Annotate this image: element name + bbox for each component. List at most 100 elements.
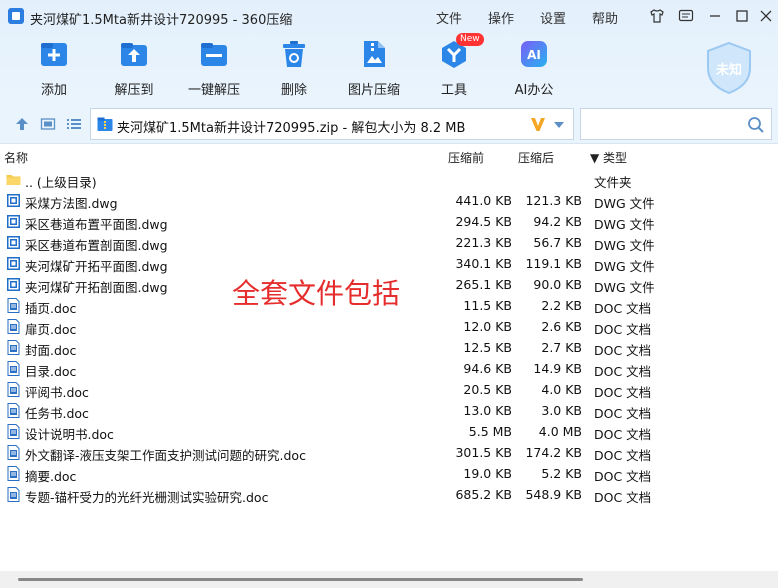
scrollbar-thumb[interactable] <box>18 578 583 581</box>
doc-file-icon <box>6 487 21 502</box>
file-row[interactable]: .. (上级目录) 文件夹 <box>0 169 778 190</box>
file-compressed-size: 2.6 KB <box>541 319 582 334</box>
file-row[interactable]: 任务书.doc 13.0 KB 3.0 KB DOC 文档 <box>0 400 778 421</box>
doc-file-icon <box>6 319 21 334</box>
file-name: 采区巷道布置剖面图.dwg <box>25 238 168 253</box>
skin-icon[interactable] <box>648 7 666 25</box>
file-size: 221.3 KB <box>455 235 512 250</box>
file-compressed-size: 2.2 KB <box>541 298 582 313</box>
file-compressed-size: 56.7 KB <box>533 235 582 250</box>
title-bar: 夹河煤矿1.5Mta新井设计720995 - 360压缩 文件 操作 设置 帮助 <box>0 0 778 32</box>
file-row[interactable]: 设计说明书.doc 5.5 MB 4.0 MB DOC 文档 <box>0 421 778 442</box>
file-type: DWG 文件 <box>594 196 655 211</box>
list-header: 名称 压缩前 压缩后 ▼ 类型 <box>0 145 778 167</box>
column-type[interactable]: ▼ 类型 <box>590 149 627 166</box>
doc-file-icon <box>6 445 21 460</box>
menu-settings[interactable]: 设置 <box>540 8 566 27</box>
archive-path: 夹河煤矿1.5Mta新井设计720995.zip - 解包大小为 8.2 MB <box>117 121 466 136</box>
trash-icon <box>278 38 310 70</box>
search-icon[interactable] <box>747 116 765 134</box>
file-type: DOC 文档 <box>594 322 652 337</box>
up-arrow-icon[interactable] <box>14 116 30 132</box>
file-name: 夹河煤矿开拓剖面图.dwg <box>25 280 168 295</box>
file-type: 文件夹 <box>594 175 632 190</box>
verified-v-icon[interactable] <box>529 115 547 133</box>
file-compressed-size: 548.9 KB <box>525 487 582 502</box>
file-type: DOC 文档 <box>594 343 652 358</box>
svg-text:AI: AI <box>527 48 541 62</box>
menu-file[interactable]: 文件 <box>436 8 462 27</box>
file-compressed-size: 4.0 MB <box>538 424 582 439</box>
file-name: 封面.doc <box>25 343 77 358</box>
file-compressed-size: 94.2 KB <box>533 214 582 229</box>
file-name: 外文翻译-液压支架工作面支护测试问题的研究.doc <box>25 448 306 463</box>
file-type: DOC 文档 <box>594 385 652 400</box>
doc-file-icon <box>6 424 21 439</box>
file-type: DOC 文档 <box>594 448 652 463</box>
minimize-icon[interactable] <box>706 7 724 25</box>
file-type: DOC 文档 <box>594 469 652 484</box>
menu-operation[interactable]: 操作 <box>488 8 514 27</box>
file-type: DOC 文档 <box>594 427 652 442</box>
one-click-extract-button[interactable]: 一键解压 <box>176 38 252 98</box>
horizontal-scrollbar[interactable] <box>0 571 778 588</box>
file-type: DOC 文档 <box>594 301 652 316</box>
column-compressed[interactable]: 压缩后 <box>518 149 554 166</box>
address-bar[interactable]: 夹河煤矿1.5Mta新井设计720995.zip - 解包大小为 8.2 MB <box>90 108 574 140</box>
tools-button[interactable]: 工具 <box>416 38 492 98</box>
file-row[interactable]: 夹河煤矿开拓平面图.dwg 340.1 KB 119.1 KB DWG 文件 <box>0 253 778 274</box>
add-button[interactable]: 添加 <box>16 38 92 98</box>
file-type: DWG 文件 <box>594 280 655 295</box>
security-shield-icon[interactable]: 未知 <box>703 40 755 96</box>
file-row[interactable]: 外文翻译-液压支架工作面支护测试问题的研究.doc 301.5 KB 174.2 K… <box>0 442 778 463</box>
file-name: 插页.doc <box>25 301 77 316</box>
maximize-icon[interactable] <box>733 7 751 25</box>
delete-button[interactable]: 删除 <box>256 38 332 98</box>
file-row[interactable]: 评阅书.doc 20.5 KB 4.0 KB DOC 文档 <box>0 379 778 400</box>
folder-icon <box>6 172 21 187</box>
thumbnail-view-icon[interactable] <box>40 116 56 132</box>
app-logo-icon <box>8 8 24 24</box>
file-row[interactable]: 摘要.doc 19.0 KB 5.2 KB DOC 文档 <box>0 463 778 484</box>
file-size: 94.6 KB <box>463 361 512 376</box>
list-view-icon[interactable] <box>66 116 82 132</box>
file-row[interactable]: 目录.doc 94.6 KB 14.9 KB DOC 文档 <box>0 358 778 379</box>
add-icon <box>38 38 70 70</box>
extract-to-button[interactable]: 解压到 <box>96 38 172 98</box>
file-size: 20.5 KB <box>463 382 512 397</box>
file-type: DOC 文档 <box>594 406 652 421</box>
file-compressed-size: 90.0 KB <box>533 277 582 292</box>
address-dropdown-icon[interactable] <box>554 122 564 128</box>
doc-file-icon <box>6 403 21 418</box>
column-size[interactable]: 压缩前 <box>448 149 484 166</box>
overlay-caption: 全套文件包括 <box>232 277 401 310</box>
file-name: .. (上级目录) <box>25 175 97 190</box>
file-size: 441.0 KB <box>455 193 512 208</box>
file-row[interactable]: 采煤方法图.dwg 441.0 KB 121.3 KB DWG 文件 <box>0 190 778 211</box>
file-row[interactable]: 扉页.doc 12.0 KB 2.6 KB DOC 文档 <box>0 316 778 337</box>
file-size: 301.5 KB <box>455 445 512 460</box>
delete-label: 删除 <box>280 83 307 98</box>
top-area: 夹河煤矿1.5Mta新井设计720995 - 360压缩 文件 操作 设置 帮助… <box>0 0 778 104</box>
ai-office-label: AI办公 <box>514 83 554 98</box>
menu-help[interactable]: 帮助 <box>592 8 618 27</box>
file-row[interactable]: 采区巷道布置剖面图.dwg 221.3 KB 56.7 KB DWG 文件 <box>0 232 778 253</box>
zip-archive-icon <box>97 117 113 132</box>
file-row[interactable]: 专题-锚杆受力的光纤光栅测试实验研究.doc 685.2 KB 548.9 KB DO… <box>0 484 778 505</box>
window-title: 夹河煤矿1.5Mta新井设计720995 - 360压缩 <box>30 13 293 28</box>
doc-file-icon <box>6 340 21 355</box>
close-icon[interactable] <box>757 7 775 25</box>
one-click-extract-icon <box>198 38 230 70</box>
file-row[interactable]: 封面.doc 12.5 KB 2.7 KB DOC 文档 <box>0 337 778 358</box>
image-compress-button[interactable]: 图片压缩 <box>336 38 412 98</box>
image-compress-icon <box>358 38 390 70</box>
doc-file-icon <box>6 298 21 313</box>
file-compressed-size: 5.2 KB <box>541 466 582 481</box>
file-row[interactable]: 采区巷道布置平面图.dwg 294.5 KB 94.2 KB DWG 文件 <box>0 211 778 232</box>
feedback-icon[interactable] <box>677 7 695 25</box>
column-name[interactable]: 名称 <box>4 149 28 166</box>
search-input[interactable] <box>580 108 772 140</box>
file-name: 专题-锚杆受力的光纤光栅测试实验研究.doc <box>25 490 269 505</box>
file-type: DOC 文档 <box>594 364 652 379</box>
ai-office-button[interactable]: AI AI办公 <box>496 38 572 98</box>
